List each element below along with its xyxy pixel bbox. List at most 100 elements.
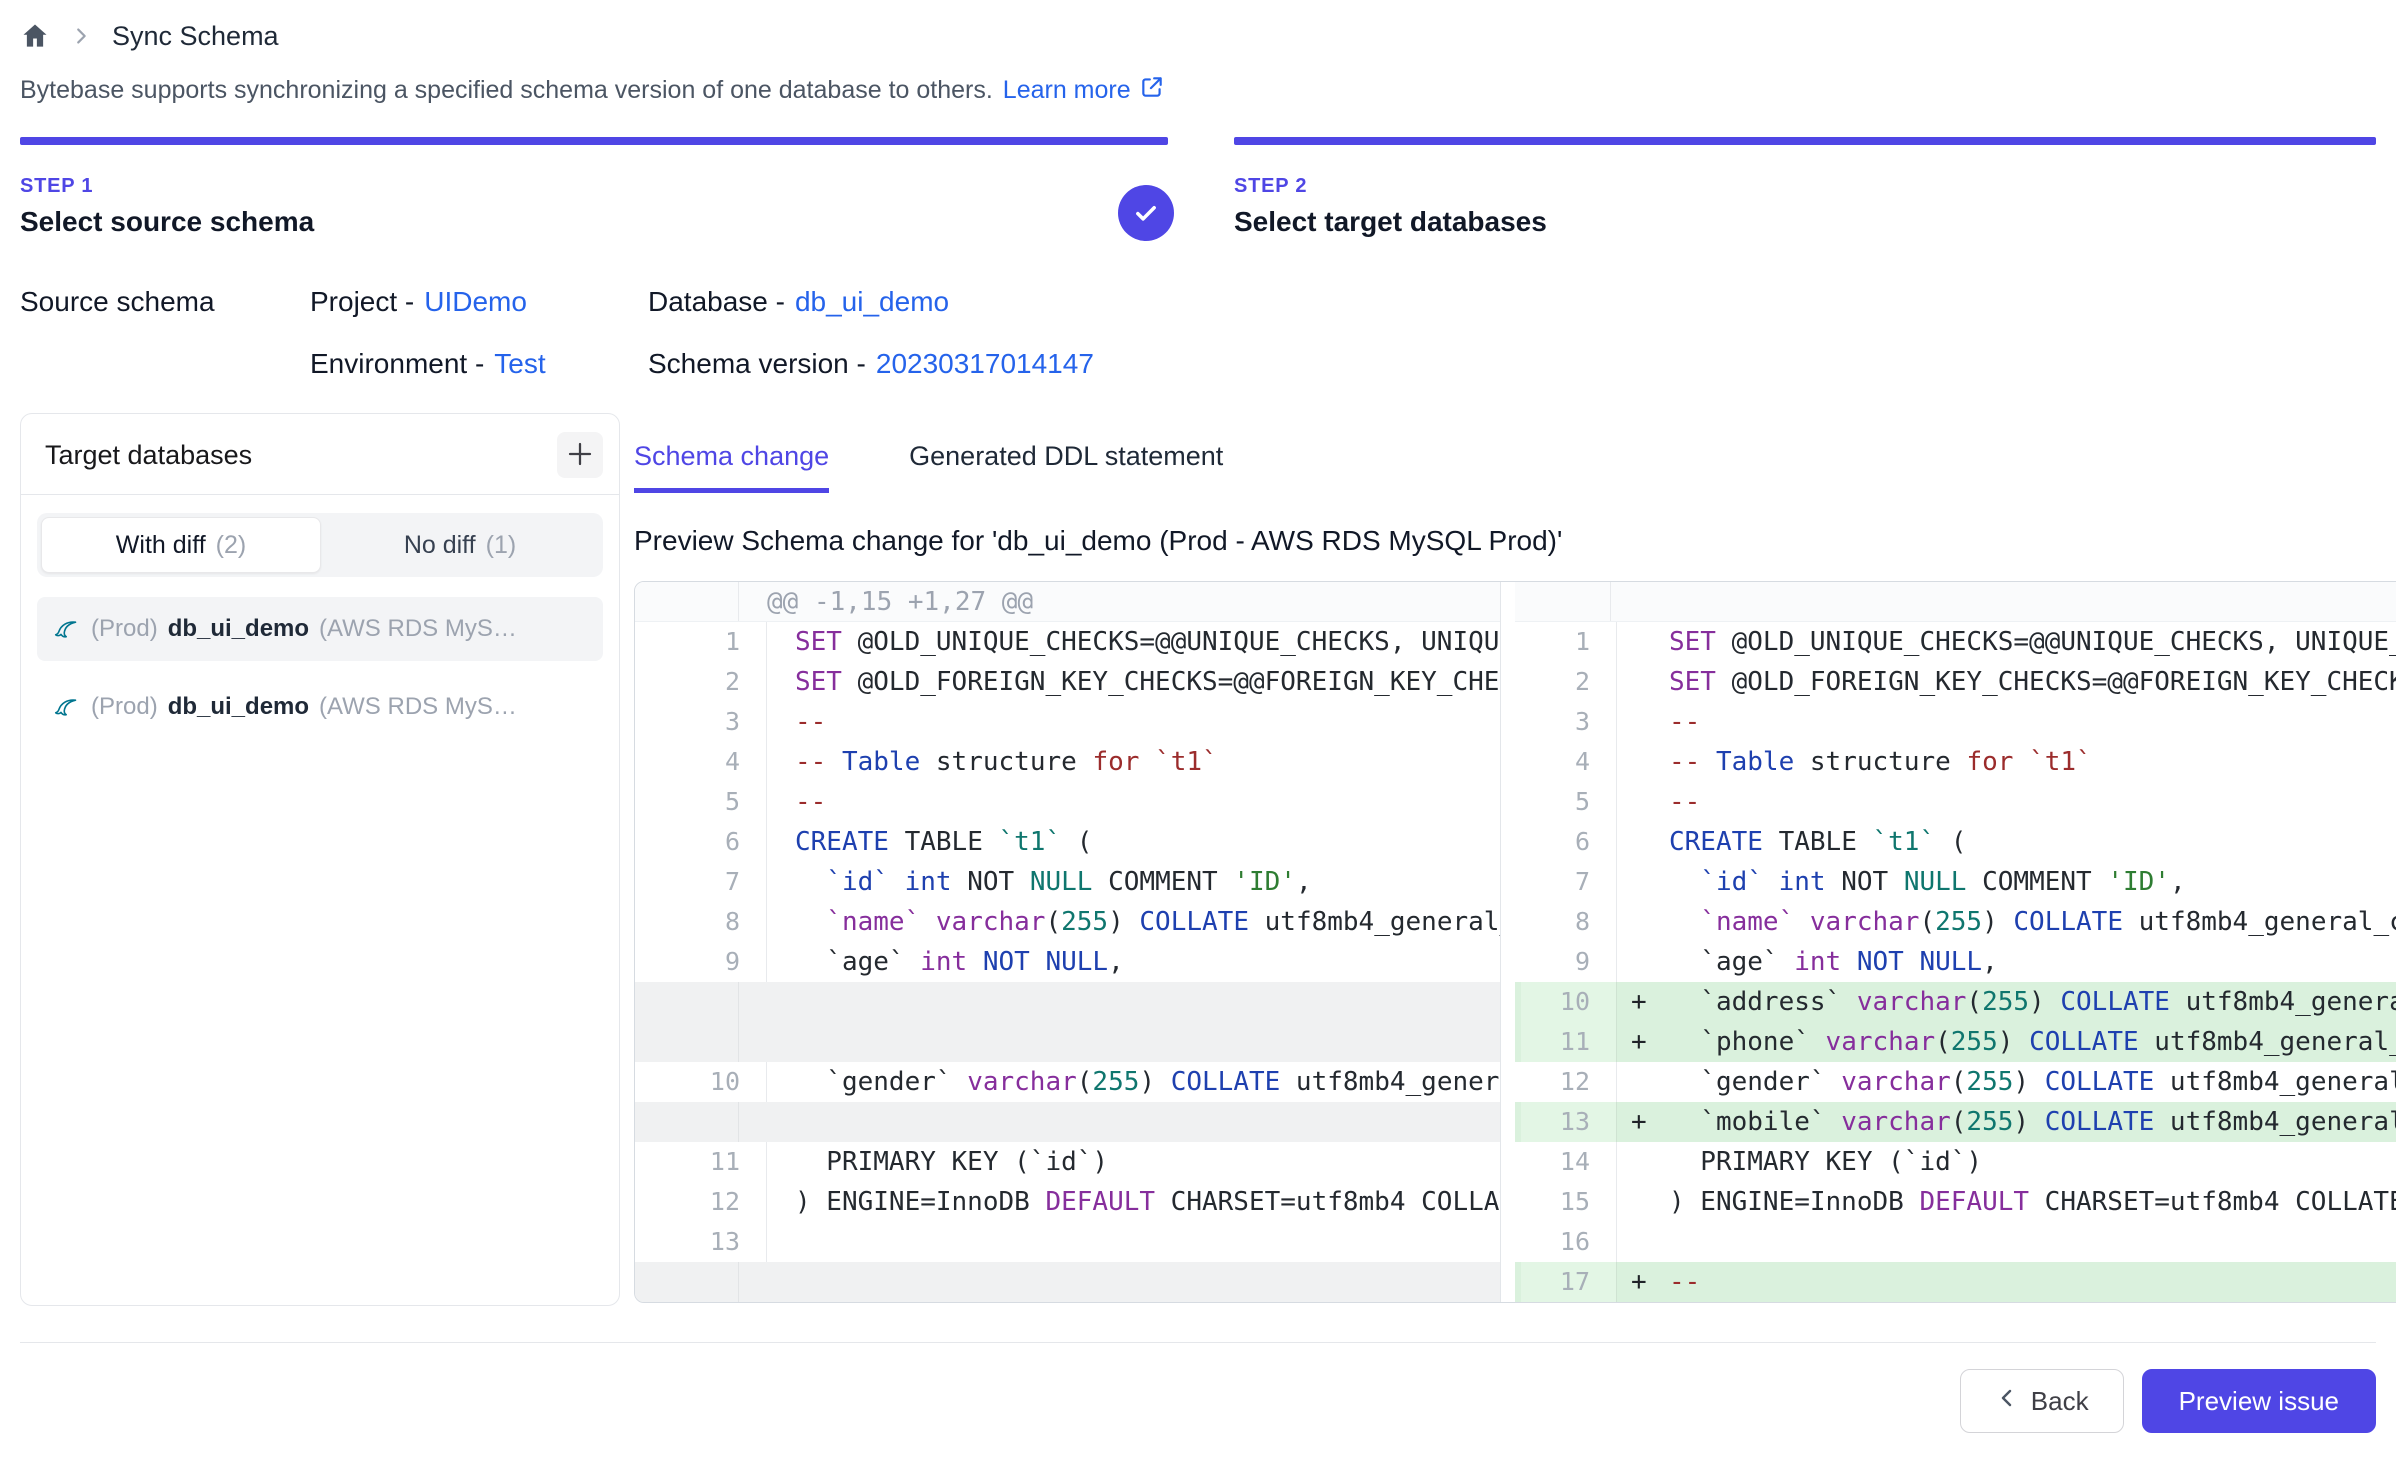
diff-sign <box>1617 742 1663 782</box>
tab-generated-ddl[interactable]: Generated DDL statement <box>909 441 1223 493</box>
code-line: PRIMARY KEY (`id`) <box>1663 1142 2396 1182</box>
diff-sign <box>1617 1182 1663 1222</box>
description-text: Bytebase supports synchronizing a specif… <box>20 76 993 105</box>
line-number: 6 <box>1521 822 1617 862</box>
diff-row: 4-- Table structure for `t1` <box>635 742 1500 782</box>
diff-sign: + <box>1617 982 1663 1022</box>
diff-sign: + <box>1617 1022 1663 1062</box>
diff-pane-source: @@ -1,15 +1,27 @@1SET @OLD_UNIQUE_CHECKS… <box>635 582 1501 1302</box>
preview-title: Preview Schema change for 'db_ui_demo (P… <box>634 525 2396 557</box>
back-button[interactable]: Back <box>1960 1369 2124 1433</box>
tab-with-diff[interactable]: With diff (2) <box>41 517 321 573</box>
target-databases-title: Target databases <box>45 440 252 471</box>
code-line: ) ENGINE=InnoDB DEFAULT CHARSET=utf8mb4 … <box>767 1182 1500 1222</box>
project-link[interactable]: UIDemo <box>424 286 527 318</box>
code-line <box>739 1262 1500 1302</box>
line-number: 4 <box>663 742 767 782</box>
footer-actions: Back Preview issue <box>20 1369 2376 1433</box>
diff-sign <box>1617 942 1663 982</box>
line-number: 15 <box>1521 1182 1617 1222</box>
target-databases-panel: Target databases With diff (2) No diff (… <box>20 413 620 1306</box>
with-diff-count: (2) <box>216 531 247 560</box>
diff-row: 7 `id` int NOT NULL COMMENT 'ID', <box>635 862 1500 902</box>
line-number <box>635 1102 739 1142</box>
preview-tabs: Schema change Generated DDL statement <box>634 441 2396 493</box>
schema-version-link[interactable]: 20230317014147 <box>876 348 1094 380</box>
db-environment: (Prod) <box>91 693 158 721</box>
target-database-item[interactable]: (Prod)db_ui_demo(AWS RDS MyS… <box>37 675 603 739</box>
source-schema-summary: Source schema Project - UIDemo Database … <box>20 286 2376 380</box>
code-line: @@ -1,15 +1,27 @@ <box>739 582 1500 621</box>
code-line: -- <box>767 702 1500 742</box>
db-instance: (AWS RDS MyS… <box>319 615 517 643</box>
page-title: Sync Schema <box>112 21 279 52</box>
diff-pane-target: 1SET @OLD_UNIQUE_CHECKS=@@UNIQUE_CHECKS,… <box>1515 582 2396 1302</box>
learn-more-link[interactable]: Learn more <box>1003 74 1165 107</box>
line-number: 8 <box>663 902 767 942</box>
code-line: -- <box>1663 782 2396 822</box>
target-databases-header: Target databases <box>21 414 619 495</box>
code-line <box>767 1222 1500 1262</box>
diff-row: 12 `gender` varchar(255) COLLATE utf8mb4… <box>1515 1062 2396 1102</box>
diff-sign: + <box>1617 1262 1663 1302</box>
diff-row: 15) ENGINE=InnoDB DEFAULT CHARSET=utf8mb… <box>1515 1182 2396 1222</box>
code-line <box>1657 582 2396 621</box>
step-1: STEP 1 Select source schema <box>20 137 1168 238</box>
diff-row <box>635 1262 1500 1302</box>
diff-sign <box>1617 1142 1663 1182</box>
add-target-database-button[interactable] <box>557 432 603 478</box>
diff-row <box>635 982 1500 1062</box>
environment-link[interactable]: Test <box>494 348 545 380</box>
code-line: -- Table structure for `t1` <box>1663 742 2396 782</box>
source-schema-label: Source schema <box>20 286 310 318</box>
line-number: 7 <box>663 862 767 902</box>
diff-row: 16 <box>1515 1222 2396 1262</box>
tab-no-diff[interactable]: No diff (1) <box>321 517 599 573</box>
code-line: -- <box>767 782 1500 822</box>
diff-row: 14 PRIMARY KEY (`id`) <box>1515 1142 2396 1182</box>
diff-row: 5 -- <box>1515 782 2396 822</box>
diff-sign <box>1617 902 1663 942</box>
step-2-progress-bar <box>1234 137 2376 145</box>
step-indicator: STEP 1 Select source schema STEP 2 Selec… <box>20 137 2376 238</box>
target-databases-body: With diff (2) No diff (1) (Prod)db_ui_de… <box>21 495 619 757</box>
mysql-icon <box>51 614 81 644</box>
preview-issue-button[interactable]: Preview issue <box>2142 1369 2376 1433</box>
line-number: 16 <box>1521 1222 1617 1262</box>
line-number: 10 <box>663 1062 767 1102</box>
diff-sign <box>1617 1222 1663 1262</box>
home-icon[interactable] <box>20 20 52 52</box>
line-number: 11 <box>1521 1022 1617 1062</box>
diff-row: 2SET @OLD_FOREIGN_KEY_CHECKS=@@FOREIGN_K… <box>635 662 1500 702</box>
line-number: 12 <box>1521 1062 1617 1102</box>
diff-row: 10+ `address` varchar(255) COLLATE utf8m… <box>1515 982 2396 1022</box>
tab-schema-change[interactable]: Schema change <box>634 441 829 493</box>
diff-row <box>635 1102 1500 1142</box>
code-line: SET @OLD_FOREIGN_KEY_CHECKS=@@FOREIGN_KE… <box>767 662 1500 702</box>
target-database-list: (Prod)db_ui_demo(AWS RDS MyS… (Prod)db_ui… <box>37 597 603 739</box>
diff-row: 17+-- <box>1515 1262 2396 1302</box>
diff-sign <box>1617 662 1663 702</box>
line-number: 5 <box>1521 782 1617 822</box>
line-number: 11 <box>663 1142 767 1182</box>
database-link[interactable]: db_ui_demo <box>795 286 949 318</box>
diff-row: 9 `age` int NOT NULL, <box>635 942 1500 982</box>
step-2: STEP 2 Select target databases <box>1234 137 2376 238</box>
code-line: `phone` varchar(255) COLLATE utf8mb4_gen… <box>1663 1022 2396 1062</box>
line-number: 17 <box>1521 1262 1617 1302</box>
db-environment: (Prod) <box>91 615 158 643</box>
diff-row: 11+ `phone` varchar(255) COLLATE utf8mb4… <box>1515 1022 2396 1062</box>
diff-sign <box>1617 782 1663 822</box>
step-2-label: STEP 2 <box>1234 175 2376 198</box>
diff-sign <box>1611 582 1657 621</box>
line-number <box>635 982 739 1062</box>
line-number <box>1515 582 1611 621</box>
diff-row: 9 `age` int NOT NULL, <box>1515 942 2396 982</box>
step-complete-check-icon <box>1118 185 1174 241</box>
code-line: -- <box>1663 702 2396 742</box>
line-number: 13 <box>663 1222 767 1262</box>
code-line <box>739 982 1500 1062</box>
line-number: 4 <box>1521 742 1617 782</box>
target-database-item[interactable]: (Prod)db_ui_demo(AWS RDS MyS… <box>37 597 603 661</box>
line-number: 7 <box>1521 862 1617 902</box>
